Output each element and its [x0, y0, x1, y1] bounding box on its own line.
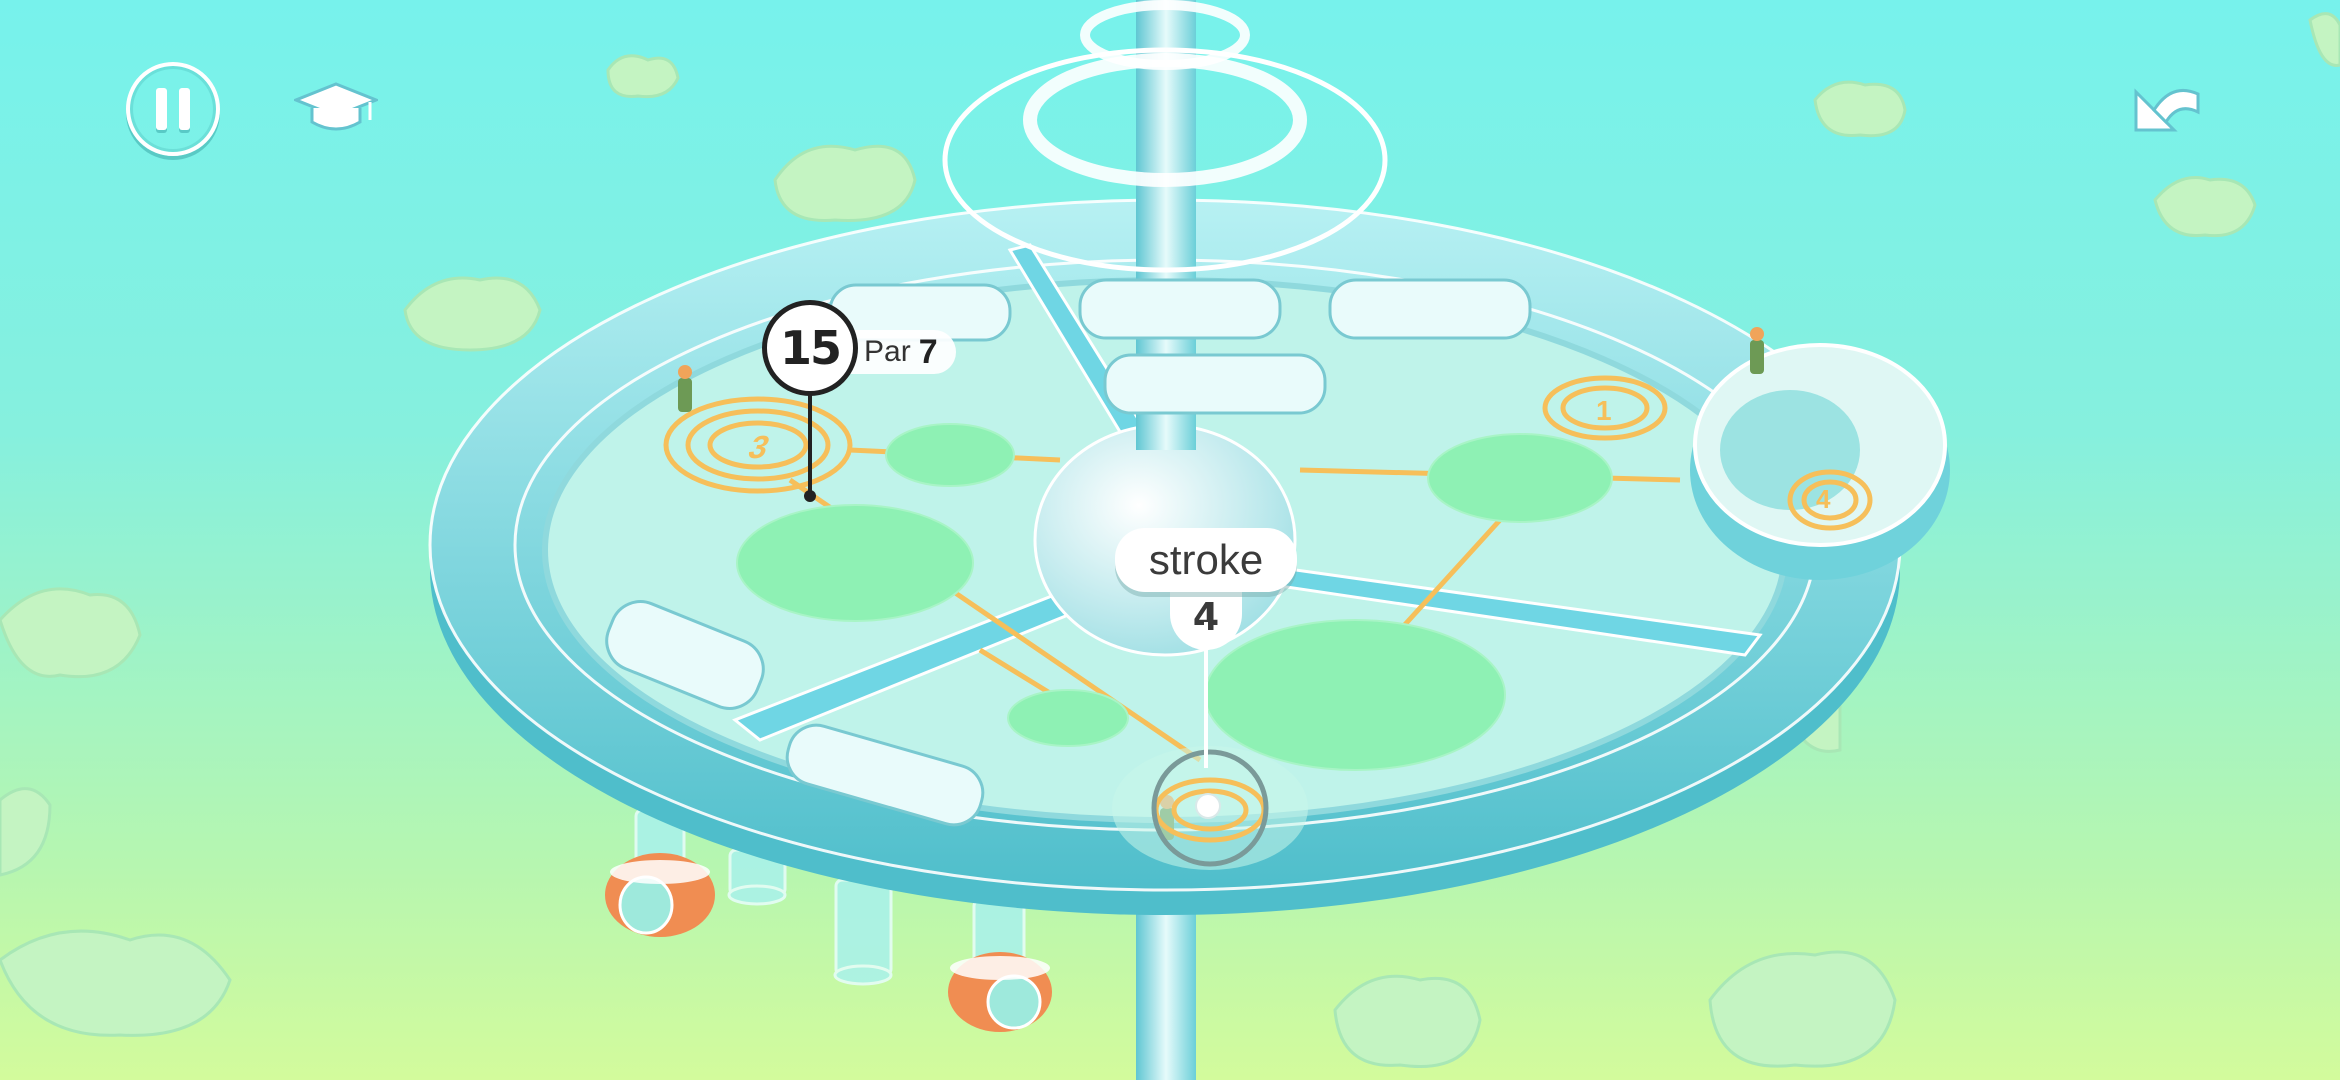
cloud: [0, 929, 232, 1037]
par-label: Par: [864, 335, 911, 368]
hole-number: 15: [762, 300, 858, 396]
pause-button[interactable]: [126, 62, 220, 156]
cloud: [0, 587, 142, 679]
cloud: [403, 276, 542, 352]
graduation-cap-icon: [294, 82, 378, 131]
goal-tower: [1690, 343, 1950, 580]
green-small-front: [1007, 689, 1129, 747]
cloud: [0, 787, 52, 877]
undo-arrow-icon: [2134, 88, 2200, 132]
cloud: [1708, 950, 1897, 1068]
stroke-pointer: [1204, 622, 1208, 768]
cloud: [1333, 974, 1482, 1068]
green-large-left: [736, 504, 974, 622]
green-right: [1427, 433, 1613, 523]
hover-pod: [605, 853, 715, 937]
par-tag: Par 7: [842, 330, 956, 374]
cloud: [1813, 80, 1907, 138]
pause-icon: [156, 88, 167, 130]
cloud: [2153, 176, 2257, 238]
pause-icon-bar: [179, 88, 190, 130]
hole-marker: Par 7 15: [762, 300, 1022, 506]
hole-cup: [804, 490, 816, 502]
helipad-4-label: 4: [1816, 484, 1831, 514]
stroke-counter: 4 stroke: [1115, 528, 1297, 650]
green-large-front: [1204, 619, 1506, 771]
flag-pole: [808, 394, 812, 494]
golf-ball[interactable]: [1195, 793, 1221, 819]
cloud: [773, 144, 917, 222]
cloud: [606, 54, 680, 99]
tower-lower: [1136, 900, 1196, 1080]
par-value: 7: [918, 332, 938, 371]
tutorial-button[interactable]: [294, 78, 378, 138]
hover-pod: [948, 952, 1052, 1032]
undo-button[interactable]: [2124, 72, 2204, 142]
helipad-1-label: 1: [1596, 395, 1612, 426]
stroke-label: stroke: [1115, 528, 1297, 592]
cloud: [2308, 12, 2340, 67]
